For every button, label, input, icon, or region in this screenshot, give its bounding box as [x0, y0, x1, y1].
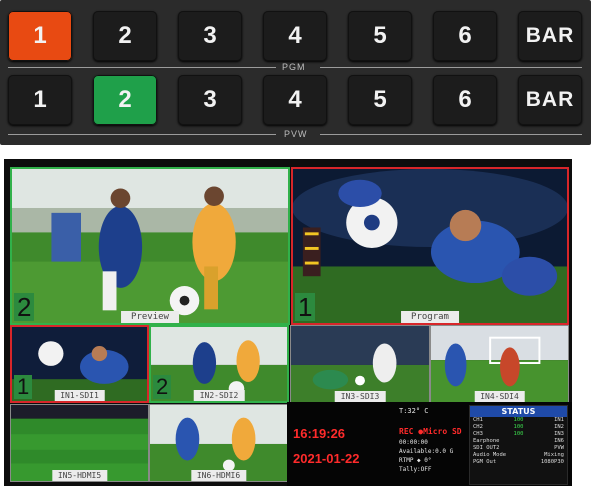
multiview-display: 2 Preview 1 Program 1 IN1-SDI1 2 IN2-SDI… [4, 159, 572, 486]
status-row: PGM Out 1080P30 [473, 459, 564, 465]
program-source-number: 1 [295, 293, 316, 321]
status-row: Earphone IN6 [473, 438, 564, 444]
input-4-label: IN4-SDI4 [474, 391, 525, 402]
status-row: Audio Mode Mixing [473, 452, 564, 458]
input-window-6[interactable]: IN6-HDMI6 [149, 404, 288, 482]
program-scene-image [293, 169, 567, 323]
pvw-key-6[interactable]: 6 [433, 75, 497, 125]
clock-date: 2021-01-22 [293, 451, 360, 466]
input-window-3[interactable]: IN3-SDI3 [290, 325, 430, 403]
pvw-key-2[interactable]: 2 [93, 75, 157, 125]
pgm-bus-line-left [8, 67, 276, 68]
input-window-1[interactable]: 1 IN1-SDI1 [10, 325, 149, 403]
pgm-bus-label: PGM [282, 62, 306, 72]
pvw-bus-label: PVW [284, 129, 308, 139]
input-2-tally: 2 [153, 375, 172, 399]
pgm-bus-line-right [320, 67, 582, 68]
status-row: SDI OUT2 PVW [473, 445, 564, 451]
pvw-key-4[interactable]: 4 [263, 75, 327, 125]
input-3-label: IN3-SDI3 [334, 391, 386, 402]
status-row: CH1 100 IN1 [473, 417, 564, 423]
pgm-key-bar[interactable]: BAR [518, 11, 582, 61]
switcher-panel: 1 2 3 4 5 6 BAR PGM 1 2 3 4 5 6 BAR PVW [0, 0, 591, 145]
preview-scene-image [12, 169, 288, 323]
status-title: STATUS [470, 406, 567, 417]
record-status: REC ●Micro SD [399, 427, 462, 436]
input-window-2[interactable]: 2 IN2-SDI2 [149, 325, 289, 403]
storage-available: Available:0.0 G [399, 448, 454, 455]
rtmp-status: RTMP ◆ 0° [399, 457, 432, 464]
record-time: 00:00:00 [399, 439, 428, 446]
pgm-key-2[interactable]: 2 [93, 11, 157, 61]
pvw-key-bar[interactable]: BAR [518, 75, 582, 125]
pvw-bus-line-right [320, 134, 582, 135]
tally-status: Tally:OFF [399, 466, 432, 473]
pgm-key-1[interactable]: 1 [8, 11, 72, 61]
pvw-bus-line-left [8, 134, 276, 135]
program-window[interactable]: 1 Program [291, 167, 569, 325]
preview-label: Preview [121, 311, 179, 323]
input-5-label: IN5-HDMI5 [51, 470, 108, 481]
program-label: Program [401, 311, 459, 323]
pgm-key-5[interactable]: 5 [348, 11, 412, 61]
info-panel: 16:19:26 2021-01-22 T:32° C REC ●Micro S… [287, 402, 572, 486]
status-row: CH2 100 IN2 [473, 424, 564, 430]
preview-window[interactable]: 2 Preview [10, 167, 290, 325]
pvw-key-3[interactable]: 3 [178, 75, 242, 125]
pvw-key-5[interactable]: 5 [348, 75, 412, 125]
preview-source-number: 2 [14, 293, 35, 321]
input-window-4[interactable]: IN4-SDI4 [430, 325, 569, 403]
input-1-tally: 1 [14, 375, 33, 399]
input-window-5[interactable]: IN5-HDMI5 [10, 404, 149, 482]
pvw-key-1[interactable]: 1 [8, 75, 72, 125]
status-box: STATUS CH1 100 IN1 CH2 100 IN2 CH3 100 IN3 Ear… [469, 405, 568, 485]
pgm-key-3[interactable]: 3 [178, 11, 242, 61]
input-2-label: IN2-SDI2 [193, 390, 245, 401]
input-1-label: IN1-SDI1 [54, 390, 105, 401]
clock-time: 16:19:26 [293, 426, 346, 441]
pgm-key-6[interactable]: 6 [433, 11, 497, 61]
input-6-label: IN6-HDMI6 [190, 470, 247, 481]
temperature-readout: T:32° C [399, 407, 429, 415]
status-row: CH3 100 IN3 [473, 431, 564, 437]
pgm-key-4[interactable]: 4 [263, 11, 327, 61]
